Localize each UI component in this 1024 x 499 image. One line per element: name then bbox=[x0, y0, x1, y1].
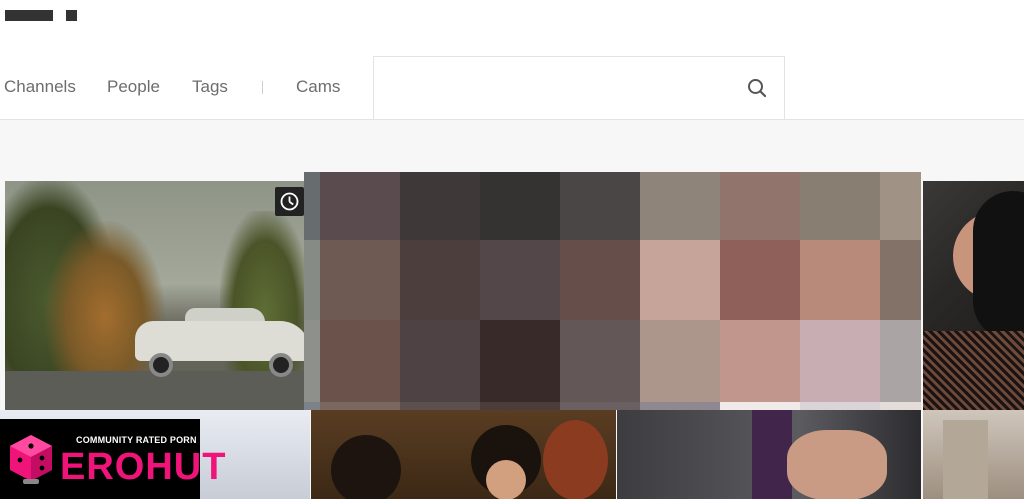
mosaic-cell bbox=[304, 240, 320, 320]
mosaic-cell bbox=[640, 240, 720, 320]
mosaic-cell bbox=[320, 240, 400, 320]
nav-link-cams[interactable]: Cams bbox=[296, 76, 340, 98]
mosaic-cell bbox=[400, 240, 480, 320]
mosaic-cell bbox=[880, 240, 921, 320]
mosaic-cell bbox=[400, 172, 480, 240]
mosaic-cell bbox=[640, 172, 720, 240]
mosaic-cell bbox=[880, 172, 921, 240]
page: Channels People Tags Cams COMMUNITY RATE… bbox=[0, 0, 1024, 499]
search-box bbox=[373, 56, 785, 119]
mosaic-cell bbox=[800, 320, 880, 402]
mosaic-cell bbox=[480, 240, 560, 320]
top-navigation: Channels People Tags Cams bbox=[0, 56, 1024, 120]
mosaic-cell bbox=[880, 320, 921, 402]
mosaic-cell bbox=[320, 320, 400, 402]
mosaic-cell bbox=[800, 172, 880, 240]
mosaic-cell bbox=[480, 402, 560, 410]
mosaic-cell bbox=[560, 402, 640, 410]
video-thumbnail[interactable] bbox=[923, 410, 1024, 499]
nav-divider bbox=[262, 81, 263, 94]
promo-banner[interactable]: COMMUNITY RATED PORN EROHUT bbox=[0, 419, 225, 499]
mosaic-cell bbox=[720, 240, 800, 320]
mosaic-cell bbox=[304, 172, 320, 240]
mosaic-cell bbox=[720, 320, 800, 402]
mosaic-cell bbox=[480, 320, 560, 402]
video-thumbnail[interactable] bbox=[617, 410, 921, 499]
mosaic-cell bbox=[480, 172, 560, 240]
clock-icon[interactable] bbox=[275, 187, 304, 216]
mosaic-cell bbox=[800, 240, 880, 320]
site-logo[interactable] bbox=[5, 10, 53, 21]
mosaic-cell bbox=[400, 320, 480, 402]
mosaic-cell bbox=[560, 172, 640, 240]
search-icon[interactable] bbox=[746, 77, 768, 99]
mosaic-cell bbox=[560, 320, 640, 402]
mosaic-cell bbox=[304, 320, 320, 402]
mosaic-cell bbox=[720, 172, 800, 240]
mosaic-cell bbox=[720, 402, 800, 410]
site-logo-mark[interactable] bbox=[66, 10, 77, 21]
dice-logo-icon bbox=[10, 435, 52, 484]
video-thumbnail[interactable] bbox=[311, 410, 616, 499]
mosaic-cell bbox=[400, 402, 480, 410]
mosaic-cell bbox=[640, 320, 720, 402]
nav-link-people[interactable]: People bbox=[107, 76, 160, 98]
mosaic-cell bbox=[320, 172, 400, 240]
promo-brand: EROHUT bbox=[60, 446, 227, 488]
mosaic-cell bbox=[320, 402, 400, 410]
nav-link-tags[interactable]: Tags bbox=[192, 76, 228, 98]
video-thumbnail[interactable] bbox=[5, 181, 304, 410]
video-thumbnail-pixelated[interactable] bbox=[304, 172, 921, 410]
promo-tagline: COMMUNITY RATED PORN bbox=[76, 435, 197, 445]
video-thumbnail[interactable] bbox=[923, 181, 1024, 410]
mosaic-cell bbox=[304, 402, 320, 410]
mosaic-cell bbox=[880, 402, 921, 410]
search-input[interactable] bbox=[384, 69, 734, 105]
mosaic-cell bbox=[560, 240, 640, 320]
mosaic-cell bbox=[640, 402, 720, 410]
nav-link-channels[interactable]: Channels bbox=[4, 76, 76, 98]
mosaic-cell bbox=[800, 402, 880, 410]
